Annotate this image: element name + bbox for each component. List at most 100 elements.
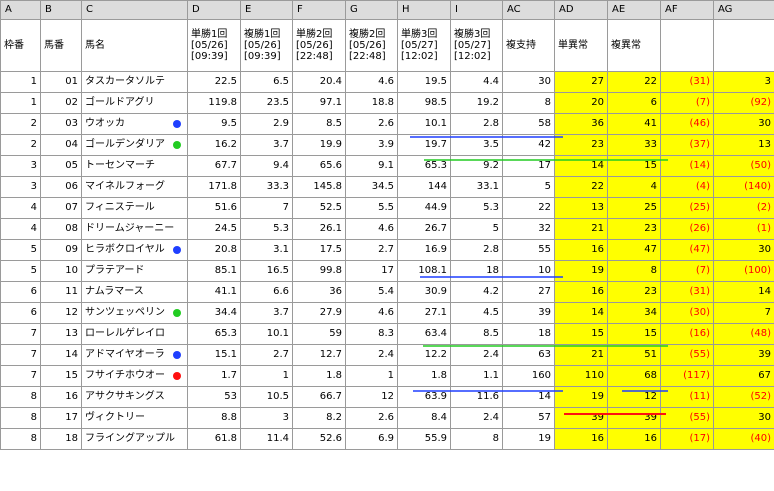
table-cell[interactable]: 68 (607, 365, 661, 387)
table-cell[interactable]: 1.1 (450, 365, 503, 387)
table-cell[interactable]: 3.7 (240, 134, 293, 156)
table-cell[interactable]: 7 (0, 365, 41, 387)
table-cell[interactable]: 16 (607, 428, 661, 450)
table-cell[interactable]: 85.1 (187, 260, 241, 282)
column-header-c[interactable]: C (81, 0, 188, 20)
table-cell[interactable]: 7 (713, 302, 774, 324)
table-cell[interactable]: 20.8 (187, 239, 241, 261)
table-cell[interactable]: 22 (607, 71, 661, 93)
table-cell[interactable]: 47 (607, 239, 661, 261)
table-cell[interactable]: 8.5 (292, 113, 346, 135)
table-cell[interactable]: 65.6 (292, 155, 346, 177)
table-cell[interactable]: 19.5 (397, 71, 451, 93)
table-cell[interactable]: 4 (0, 197, 41, 219)
table-cell[interactable]: 11.4 (240, 428, 293, 450)
table-cell[interactable]: 63.9 (397, 386, 451, 408)
table-cell[interactable]: 3.5 (450, 134, 503, 156)
table-cell[interactable]: 1.7 (187, 365, 241, 387)
table-cell[interactable]: 4.6 (345, 71, 398, 93)
table-cell[interactable]: 3.9 (345, 134, 398, 156)
table-cell[interactable]: (140) (713, 176, 774, 198)
table-cell[interactable]: 9.4 (240, 155, 293, 177)
table-cell[interactable]: 66.7 (292, 386, 346, 408)
horse-name-cell[interactable]: ゴールドアグリ (81, 92, 188, 114)
table-cell[interactable]: 08 (40, 218, 82, 240)
table-cell[interactable]: (92) (713, 92, 774, 114)
field-header-cell[interactable] (713, 19, 774, 72)
table-cell[interactable]: 19.9 (292, 134, 346, 156)
table-cell[interactable]: 8 (0, 407, 41, 429)
table-cell[interactable]: 52.5 (292, 197, 346, 219)
table-cell[interactable]: 2 (0, 113, 41, 135)
table-cell[interactable]: 18 (40, 428, 82, 450)
table-cell[interactable]: 4.5 (450, 302, 503, 324)
table-cell[interactable]: 01 (40, 71, 82, 93)
table-cell[interactable]: 10.1 (397, 113, 451, 135)
table-cell[interactable]: 67.7 (187, 155, 241, 177)
table-cell[interactable]: 2.7 (240, 344, 293, 366)
table-cell[interactable]: 10 (502, 260, 555, 282)
table-cell[interactable]: 04 (40, 134, 82, 156)
table-cell[interactable]: 160 (502, 365, 555, 387)
table-cell[interactable]: 1.8 (292, 365, 346, 387)
table-cell[interactable]: 2 (0, 134, 41, 156)
table-cell[interactable]: (11) (660, 386, 714, 408)
table-cell[interactable]: 13 (40, 323, 82, 345)
table-cell[interactable]: 05 (40, 155, 82, 177)
table-cell[interactable]: 3 (240, 407, 293, 429)
table-cell[interactable]: (7) (660, 92, 714, 114)
table-cell[interactable]: 09 (40, 239, 82, 261)
field-header-cell[interactable]: 単勝3回 [05/27] [12:02] (397, 19, 451, 72)
table-cell[interactable]: 2.4 (450, 344, 503, 366)
table-cell[interactable]: 39 (502, 302, 555, 324)
field-header-cell[interactable]: 単勝1回 [05/26] [09:39] (187, 19, 241, 72)
table-cell[interactable]: 02 (40, 92, 82, 114)
horse-name-cell[interactable]: フサイチホウオー (81, 365, 188, 387)
table-cell[interactable]: 16 (40, 386, 82, 408)
table-cell[interactable]: 63 (502, 344, 555, 366)
table-cell[interactable]: (31) (660, 71, 714, 93)
table-cell[interactable]: 5.3 (240, 218, 293, 240)
table-cell[interactable]: 16 (554, 239, 608, 261)
table-cell[interactable]: 27 (502, 281, 555, 303)
field-header-cell[interactable]: 枠番 (0, 19, 41, 72)
table-cell[interactable]: 14 (713, 281, 774, 303)
column-header-ae[interactable]: AE (607, 0, 661, 20)
table-cell[interactable]: 12 (345, 386, 398, 408)
table-cell[interactable]: 19.7 (397, 134, 451, 156)
table-cell[interactable]: 36 (292, 281, 346, 303)
table-cell[interactable]: 23 (607, 281, 661, 303)
table-cell[interactable]: 8 (0, 428, 41, 450)
table-cell[interactable]: 4 (0, 218, 41, 240)
horse-name-cell[interactable]: ヒラボクロイヤル (81, 239, 188, 261)
table-cell[interactable]: 8.8 (187, 407, 241, 429)
table-cell[interactable]: (46) (660, 113, 714, 135)
table-cell[interactable]: 41.1 (187, 281, 241, 303)
table-cell[interactable]: 16 (554, 428, 608, 450)
table-cell[interactable]: 3 (0, 176, 41, 198)
table-cell[interactable]: 8 (502, 92, 555, 114)
table-cell[interactable]: 51 (607, 344, 661, 366)
column-header-ad[interactable]: AD (554, 0, 608, 20)
table-cell[interactable]: 6.5 (240, 71, 293, 93)
table-cell[interactable]: 19 (554, 260, 608, 282)
field-header-cell[interactable]: 複異常 (607, 19, 661, 72)
table-cell[interactable]: 4 (607, 176, 661, 198)
table-cell[interactable]: 18 (502, 323, 555, 345)
table-cell[interactable]: 23 (607, 218, 661, 240)
horse-name-cell[interactable]: ウオッカ (81, 113, 188, 135)
table-cell[interactable]: 16.5 (240, 260, 293, 282)
table-cell[interactable]: 12.7 (292, 344, 346, 366)
horse-name-cell[interactable]: アドマイヤオーラ (81, 344, 188, 366)
field-header-cell[interactable]: 複勝3回 [05/27] [12:02] (450, 19, 503, 72)
table-cell[interactable]: 42 (502, 134, 555, 156)
table-cell[interactable]: 07 (40, 197, 82, 219)
table-cell[interactable]: 33.3 (240, 176, 293, 198)
table-cell[interactable]: (52) (713, 386, 774, 408)
table-cell[interactable]: 57 (502, 407, 555, 429)
table-cell[interactable]: 6 (0, 281, 41, 303)
field-header-cell[interactable]: 単勝2回 [05/26] [22:48] (292, 19, 346, 72)
table-cell[interactable]: (14) (660, 155, 714, 177)
field-header-cell[interactable] (660, 19, 714, 72)
column-header-f[interactable]: F (292, 0, 346, 20)
